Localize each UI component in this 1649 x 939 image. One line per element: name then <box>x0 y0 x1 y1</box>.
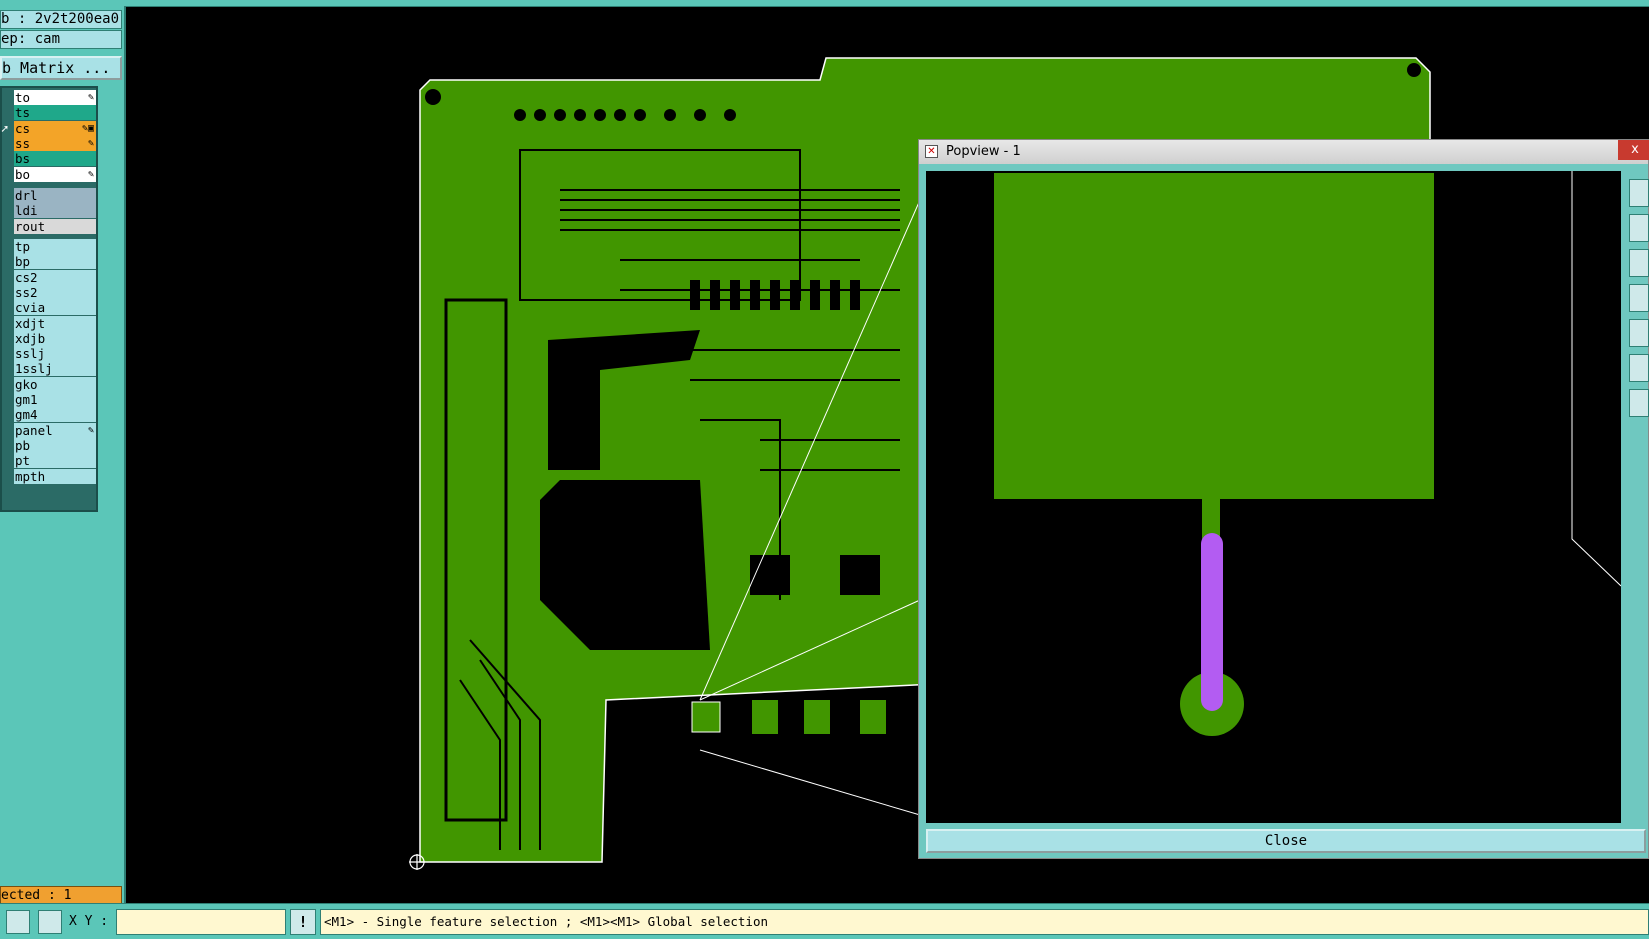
layer-edit-icon: ✎ <box>87 137 94 149</box>
close-icon[interactable]: x <box>1618 140 1649 160</box>
layer-name: ts <box>15 105 31 121</box>
layer-name: pb <box>15 437 31 453</box>
zoom-in-icon[interactable] <box>1629 214 1649 242</box>
layer-name: mpth <box>15 468 46 484</box>
layer-row[interactable]: pt <box>14 453 96 469</box>
layer-name: tp <box>15 239 31 254</box>
layer-name: cs <box>15 120 31 136</box>
layer-name: xdjt <box>15 315 46 331</box>
layer-row[interactable]: gm4 <box>14 407 96 423</box>
active-layer-arrow-icon: ➚ <box>1 122 9 136</box>
layer-row[interactable]: to ✎ <box>14 90 96 105</box>
layer-name: rout <box>15 218 46 234</box>
layer-row[interactable]: xdjt <box>14 315 96 331</box>
layer-edit-icon: ✎ <box>87 424 94 436</box>
layer-row[interactable]: ss ✎ <box>14 135 96 151</box>
layer-name: ldi <box>15 203 38 219</box>
layer-name: bo <box>15 166 31 182</box>
measure-icon[interactable] <box>1629 389 1649 417</box>
layer-name: ss <box>15 135 31 151</box>
status-message: <M1> - Single feature selection ; <M1><M… <box>320 909 1649 935</box>
layer-panel: b : 2v2t200ea0 ep: cam b Matrix ... to ✎ t… <box>0 6 126 906</box>
layer-list: to ✎ ts cs ✎▣ ss ✎ bs bo ✎ drl ldi rout tp bp cs2 ss2 cvi… <box>0 86 98 512</box>
layer-row[interactable]: bp <box>14 254 96 270</box>
layer-row[interactable]: ldi <box>14 203 96 219</box>
copper-pad <box>994 173 1434 499</box>
close-button[interactable]: Close <box>926 829 1646 853</box>
highlighted-trace <box>1201 533 1223 711</box>
window-app-icon: ✕ <box>925 145 938 158</box>
layer-row[interactable]: pb <box>14 437 96 453</box>
popview-canvas[interactable] <box>926 171 1621 823</box>
fit-screen-icon[interactable] <box>1629 354 1649 382</box>
grid-icon[interactable] <box>38 910 62 934</box>
pan-left-icon[interactable] <box>1629 284 1649 312</box>
zoom-out-icon[interactable] <box>1629 249 1649 277</box>
layer-name: bp <box>15 254 31 270</box>
layer-row[interactable]: cs2 <box>14 269 96 285</box>
layer-edit-icon: ✎▣ <box>81 122 94 134</box>
layer-row[interactable]: cvia <box>14 300 96 316</box>
warning-icon[interactable]: ! <box>290 909 316 935</box>
layer-name: gm1 <box>15 392 38 407</box>
layer-row[interactable]: bs <box>14 151 96 167</box>
layer-name: to <box>15 90 31 105</box>
popview-toolbar <box>1626 171 1649 831</box>
layer-name: gko <box>15 376 38 392</box>
popview-titlebar[interactable]: ✕ Popview - 1 x <box>919 140 1649 164</box>
layer-edit-icon: ✎ <box>87 92 94 103</box>
layer-row[interactable]: tp <box>14 239 96 254</box>
layer-name: cvia <box>15 300 46 316</box>
status-bar: X Y : ! <M1> - Single feature selection … <box>0 903 1649 939</box>
layer-name: ss2 <box>15 284 38 300</box>
layer-name: 1sslj <box>15 361 53 377</box>
job-label: b : 2v2t200ea0 <box>0 10 122 29</box>
layer-row[interactable]: panel ✎ <box>14 422 96 438</box>
popview-window: ✕ Popview - 1 x Close <box>918 139 1649 859</box>
layer-row[interactable]: 1sslj <box>14 361 96 377</box>
layer-name: xdjb <box>15 330 46 346</box>
layer-row[interactable]: gko <box>14 376 96 392</box>
zoom-home-icon[interactable] <box>1629 179 1649 207</box>
xy-label: X Y : <box>69 914 109 929</box>
popview-title: Popview - 1 <box>946 144 1021 159</box>
layer-row[interactable]: ss2 <box>14 284 96 300</box>
layer-name: gm4 <box>15 407 38 423</box>
layer-edit-icon: ✎ <box>87 168 94 180</box>
layer-name: panel <box>15 422 53 438</box>
matrix-button[interactable]: b Matrix ... <box>0 56 122 80</box>
layer-name: pt <box>15 453 31 469</box>
layer-row[interactable]: bo ✎ <box>14 166 96 182</box>
layer-row[interactable]: gm1 <box>14 392 96 407</box>
pan-right-icon[interactable] <box>1629 319 1649 347</box>
xy-input[interactable] <box>116 909 286 935</box>
layer-name: cs2 <box>15 269 38 285</box>
layer-row[interactable]: xdjb <box>14 330 96 346</box>
measure-tool-icon[interactable] <box>6 910 30 934</box>
layer-row[interactable]: mpth <box>14 468 96 484</box>
layer-row[interactable]: sslj <box>14 346 96 362</box>
layer-row[interactable]: drl <box>14 188 96 203</box>
step-label: ep: cam <box>0 30 122 49</box>
layer-row[interactable]: cs ✎▣ <box>14 120 96 136</box>
layer-name: bs <box>15 151 31 167</box>
layer-row[interactable]: ts <box>14 105 96 121</box>
layer-row[interactable]: rout <box>14 218 96 234</box>
layer-name: drl <box>15 188 38 203</box>
popview-drawing <box>994 171 1621 736</box>
layer-name: sslj <box>15 346 46 362</box>
